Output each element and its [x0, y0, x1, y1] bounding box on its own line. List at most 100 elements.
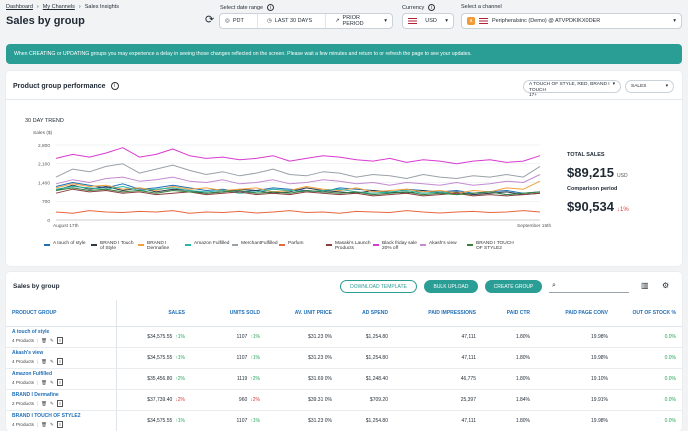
- legend-item[interactable]: Akash's view: [420, 241, 467, 251]
- cell-product-group: BRAND I Dermafine 2 Products | 🗑 ✎ ≡: [6, 389, 117, 411]
- cell-units-sold: 1119 ↑2%: [191, 368, 266, 390]
- cell-paid-ctr: 1.80%: [482, 347, 536, 369]
- edit-icon[interactable]: ✎: [50, 359, 54, 365]
- legend-item[interactable]: Masaki's Launch Products: [326, 241, 373, 251]
- comparison-period-label: Comparison period: [567, 186, 618, 192]
- cell-paid-ctr: 1.80%: [482, 368, 536, 390]
- legend-swatch: [326, 244, 332, 246]
- delete-icon[interactable]: 🗑: [41, 338, 47, 344]
- table-body: A touch of style 4 Products | 🗑 ✎ ≡ $34,575.55…: [6, 326, 682, 431]
- group-link[interactable]: Akash's view: [12, 350, 110, 356]
- columns-icon[interactable]: ▥: [641, 281, 649, 290]
- sales-change-value: 1%: [177, 333, 185, 340]
- col-units-sold[interactable]: UNITS SOLD: [191, 300, 266, 327]
- cell-paid-page-conv: 19.98%: [536, 326, 614, 348]
- legend-item[interactable]: BRAND I Dermafine: [138, 241, 185, 251]
- cell-sales: $37,739.40 ↓2%: [116, 389, 191, 411]
- separator: |: [36, 401, 39, 406]
- comparison-period: $90,534 ↓1%: [567, 199, 629, 214]
- cell-out-of-stock: 0.0%: [614, 368, 682, 390]
- aup-change: 0%: [324, 333, 332, 340]
- details-icon[interactable]: ≡: [56, 379, 64, 386]
- legend-item[interactable]: BRAND I TOUCH OF STYLE2: [467, 241, 514, 251]
- search-input[interactable]: ⌕: [549, 280, 629, 293]
- legend-item[interactable]: Parfum: [279, 241, 326, 251]
- series-line[interactable]: [55, 210, 541, 214]
- col-paid-impressions[interactable]: PAID IMPRESSIONS: [394, 300, 482, 327]
- col-avg-unit-price[interactable]: AV. UNIT PRICE: [266, 300, 338, 327]
- group-link[interactable]: Amazon Fulfilled: [12, 371, 110, 377]
- legend-item[interactable]: Black friday sale 20% off: [373, 241, 420, 251]
- series-line[interactable]: [55, 163, 541, 179]
- aup-value: $31.23: [308, 333, 324, 340]
- table-row[interactable]: BRAND I TOUCH OF STYLE2 4 Products | 🗑 ✎ ≡ $34…: [6, 410, 682, 431]
- details-icon[interactable]: ≡: [56, 337, 64, 344]
- edit-icon[interactable]: ✎: [50, 338, 54, 344]
- col-ad-spend[interactable]: AD SPEND: [338, 300, 394, 327]
- edit-icon[interactable]: ✎: [50, 422, 54, 428]
- col-out-of-stock[interactable]: OUT OF STOCK %: [614, 300, 682, 327]
- delete-icon[interactable]: 🗑: [41, 380, 47, 386]
- series-line[interactable]: [55, 174, 541, 186]
- bulk-upload-button[interactable]: BULK UPLOAD: [424, 280, 478, 293]
- table-row[interactable]: Amazon Fulfilled 4 Products | 🗑 ✎ ≡ $35,456.80…: [6, 368, 682, 390]
- series-line[interactable]: [55, 147, 541, 165]
- separator: |: [36, 359, 39, 364]
- cell-paid-impressions: 47,111: [394, 326, 482, 348]
- download-template-button[interactable]: DOWNLOAD TEMPLATE: [340, 280, 417, 293]
- cell-ad-spend: $1,254.80: [338, 326, 394, 348]
- details-icon[interactable]: ≡: [56, 421, 64, 428]
- legend-label: Akash's view: [429, 241, 457, 246]
- chart-legend: A touch of style BRAND I Touch of Style BR…: [44, 241, 514, 251]
- legend-item[interactable]: A touch of style: [44, 241, 91, 251]
- sales-change-value: 1%: [177, 417, 185, 424]
- y-tick-label: 2,100: [38, 162, 50, 168]
- delete-icon[interactable]: 🗑: [41, 359, 47, 365]
- col-paid-page-conv[interactable]: PAID PAGE CONV: [536, 300, 614, 327]
- legend-item[interactable]: BRAND I Touch of Style: [91, 241, 138, 251]
- legend-label: BRAND I Touch of Style: [100, 241, 134, 251]
- group-link[interactable]: BRAND I TOUCH OF STYLE2: [12, 413, 110, 419]
- aup-value: $31.23: [308, 417, 324, 424]
- create-group-button[interactable]: CREATE GROUP: [485, 280, 542, 293]
- cell-out-of-stock: 0.0%: [614, 410, 682, 431]
- delete-icon[interactable]: 🗑: [41, 422, 47, 428]
- col-product-group[interactable]: PRODUCT GROUP: [6, 300, 117, 327]
- table-row[interactable]: Akash's view 4 Products | 🗑 ✎ ≡ $34,575.55 ↑1% 1…: [6, 347, 682, 369]
- legend-swatch: [44, 244, 50, 246]
- edit-icon[interactable]: ✎: [50, 401, 54, 407]
- legend-swatch: [373, 244, 379, 246]
- sales-change-value: 2%: [177, 375, 185, 382]
- cell-units-sold: 1107 ↑1%: [191, 347, 266, 369]
- edit-icon[interactable]: ✎: [50, 380, 54, 386]
- settings-icon[interactable]: ⚙: [662, 281, 669, 290]
- col-paid-ctr[interactable]: PAID CTR: [482, 300, 536, 327]
- cell-paid-page-conv: 19.91%: [536, 389, 614, 411]
- cell-avg-unit-price: $31.23 0%: [266, 410, 338, 431]
- legend-item[interactable]: MerchantFulfilled: [232, 241, 279, 251]
- group-link[interactable]: BRAND I Dermafine: [12, 392, 110, 398]
- table-row[interactable]: BRAND I Dermafine 2 Products | 🗑 ✎ ≡ $37,739.4…: [6, 389, 682, 411]
- legend-label: MerchantFulfilled: [241, 241, 278, 246]
- aup-change: 0%: [324, 417, 332, 424]
- units-change: ↑1%: [250, 418, 260, 424]
- legend-label: A touch of style: [53, 241, 86, 246]
- group-link[interactable]: A touch of style: [12, 329, 110, 335]
- cell-avg-unit-price: $31.69 0%: [266, 368, 338, 390]
- comparison-period-value: $90,534: [567, 199, 614, 214]
- aup-value: $39.31: [308, 396, 324, 403]
- cell-ad-spend: $1,254.80: [338, 410, 394, 431]
- units-change-value: 1%: [252, 417, 260, 424]
- y-tick-label: 2,800: [38, 143, 50, 149]
- legend-label: Amazon Fulfilled: [194, 241, 230, 246]
- cell-paid-impressions: 47,111: [394, 347, 482, 369]
- details-icon[interactable]: ≡: [56, 400, 64, 407]
- units-value: 1107: [236, 417, 248, 424]
- delete-icon[interactable]: 🗑: [41, 401, 47, 407]
- legend-item[interactable]: Amazon Fulfilled: [185, 241, 232, 251]
- col-sales[interactable]: SALES: [116, 300, 191, 327]
- details-icon[interactable]: ≡: [56, 358, 64, 365]
- cell-ad-spend: $709.20: [338, 389, 394, 411]
- table-row[interactable]: A touch of style 4 Products | 🗑 ✎ ≡ $34,575.55…: [6, 326, 682, 348]
- units-change: ↓2%: [250, 397, 260, 403]
